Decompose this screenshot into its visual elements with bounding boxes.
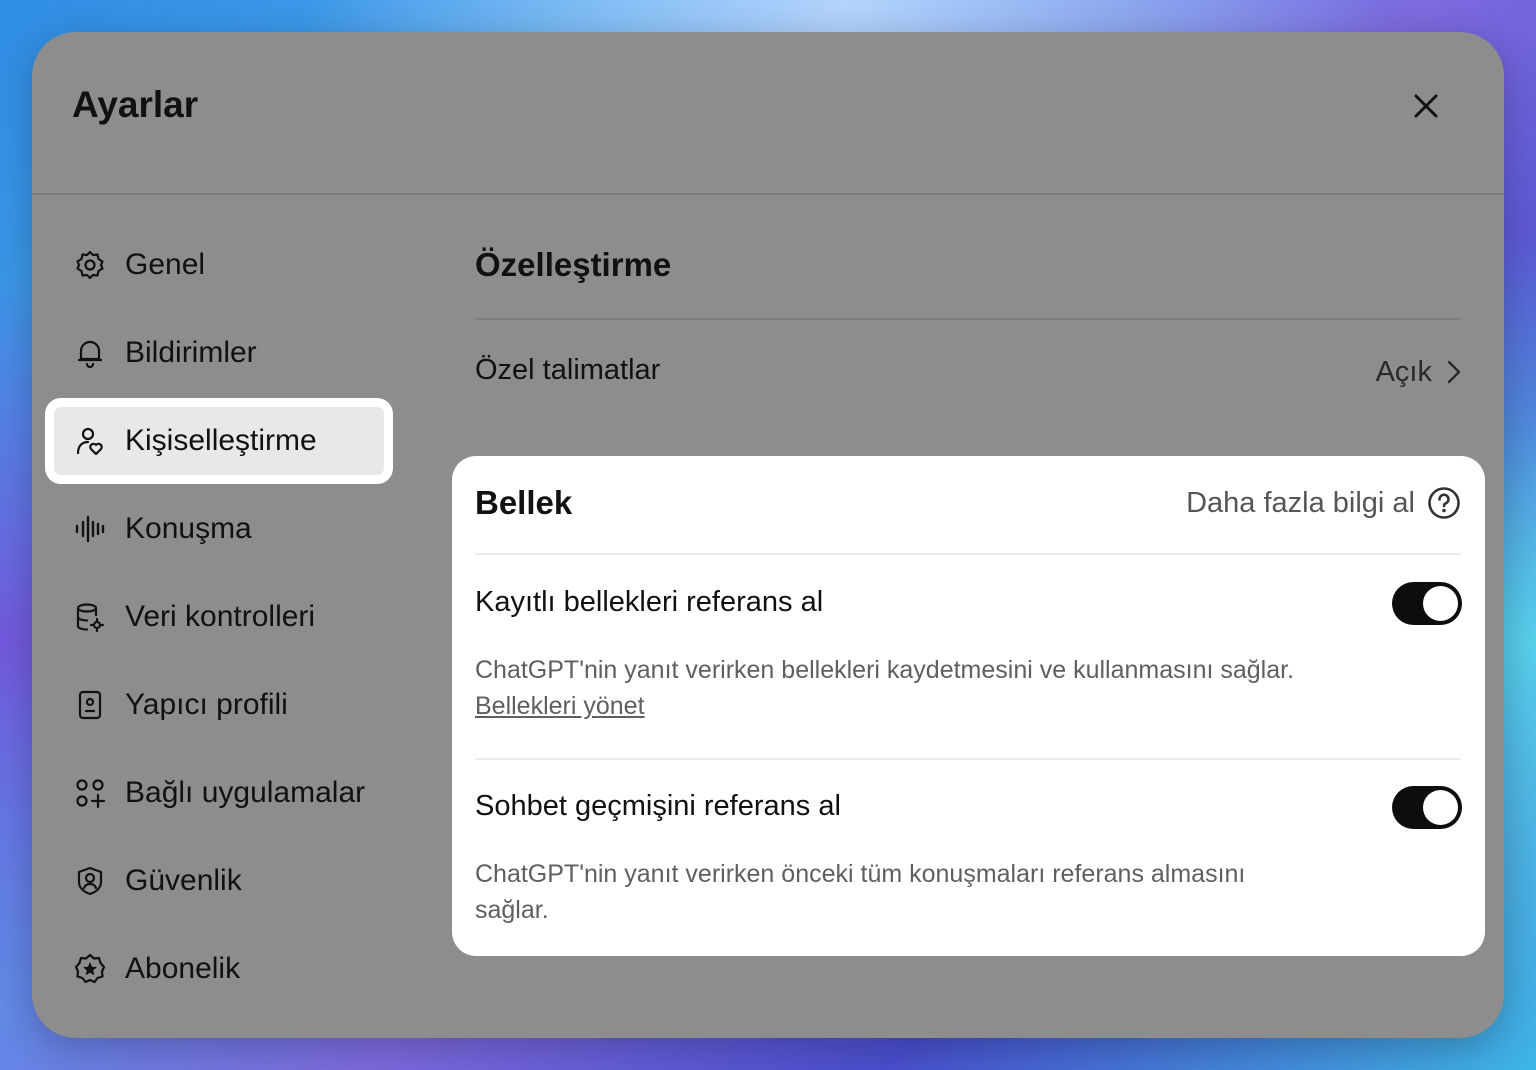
sidebar-item-yapici-profili[interactable]: Yapıcı profili (72, 677, 392, 733)
close-icon (1414, 94, 1438, 118)
sidebar-item-abonelik[interactable]: Abonelik (72, 941, 392, 997)
database-gear-icon (72, 599, 108, 635)
apps-grid-icon (72, 775, 108, 811)
section-divider (475, 318, 1461, 320)
sidebar-item-veri-kontrolleri[interactable]: Veri kontrolleri (72, 589, 392, 645)
sidebar-item-konusma[interactable]: Konuşma (72, 501, 392, 557)
shield-user-icon (72, 863, 108, 899)
memory-card: Bellek Daha fazla bilgi al Kayıtlı belle… (452, 456, 1485, 956)
custom-instructions-value: Açık (1375, 355, 1432, 388)
chevron-right-icon (1447, 360, 1461, 384)
custom-instructions-button[interactable]: Açık (1332, 350, 1462, 394)
memory-title: Bellek (475, 484, 573, 521)
sidebar-item-guvenlik[interactable]: Güvenlik (72, 853, 392, 909)
learn-more-link[interactable]: Daha fazla bilgi al (1186, 486, 1461, 520)
toggle-knob (1423, 790, 1458, 825)
gear-icon (72, 247, 108, 283)
sidebar-item-label: Güvenlik (125, 864, 242, 897)
saved-memories-label: Kayıtlı bellekleri referans al (475, 586, 824, 618)
chat-history-description: ChatGPT'nin yanıt verirken önceki tüm ko… (475, 860, 1246, 924)
waveform-icon (72, 511, 108, 547)
dialog-title: Ayarlar (72, 84, 199, 125)
star-badge-icon (72, 951, 108, 987)
person-heart-icon (72, 423, 108, 459)
bell-icon (72, 335, 108, 371)
card-divider (475, 553, 1461, 555)
toggle-knob (1423, 586, 1458, 621)
sidebar-item-label: Bağlı uygulamalar (125, 776, 366, 809)
section-title: Özelleştirme (475, 246, 672, 283)
sidebar-item-bagli-uygulamalar[interactable]: Bağlı uygulamalar (72, 765, 392, 821)
sidebar-item-genel[interactable]: Genel (72, 237, 392, 293)
sidebar-item-label: Abonelik (125, 952, 241, 985)
manage-memories-link[interactable]: Bellekleri yönet (475, 692, 645, 720)
card-divider (475, 758, 1461, 760)
dialog-header: Ayarlar (32, 32, 1504, 195)
saved-memories-description-block: ChatGPT'nin yanıt verirken bellekleri ka… (475, 652, 1355, 724)
sidebar-item-label: Genel (125, 248, 206, 281)
sidebar-item-kisisellestirme[interactable]: Kişiselleştirme (45, 398, 393, 484)
sidebar-item-label: Kişiselleştirme (125, 424, 317, 457)
saved-memories-toggle[interactable] (1392, 582, 1462, 625)
sidebar-item-label: Konuşma (125, 512, 252, 545)
saved-memories-description: ChatGPT'nin yanıt verirken bellekleri ka… (475, 656, 1295, 684)
chat-history-toggle[interactable] (1392, 786, 1462, 829)
help-icon (1428, 487, 1460, 519)
sidebar-item-label: Yapıcı profili (125, 688, 288, 721)
custom-instructions-label: Özel talimatlar (475, 354, 661, 386)
close-button[interactable] (1404, 84, 1448, 128)
chat-history-label: Sohbet geçmişini referans al (475, 790, 841, 822)
learn-more-label: Daha fazla bilgi al (1186, 486, 1415, 519)
id-badge-icon (72, 687, 108, 723)
sidebar-item-label: Veri kontrolleri (125, 600, 316, 633)
sidebar-item-bildirimler[interactable]: Bildirimler (72, 325, 392, 381)
settings-dialog: Ayarlar Genel Bildirimler Kişiselleştirm… (32, 32, 1504, 1038)
sidebar-item-label: Bildirimler (125, 336, 257, 369)
